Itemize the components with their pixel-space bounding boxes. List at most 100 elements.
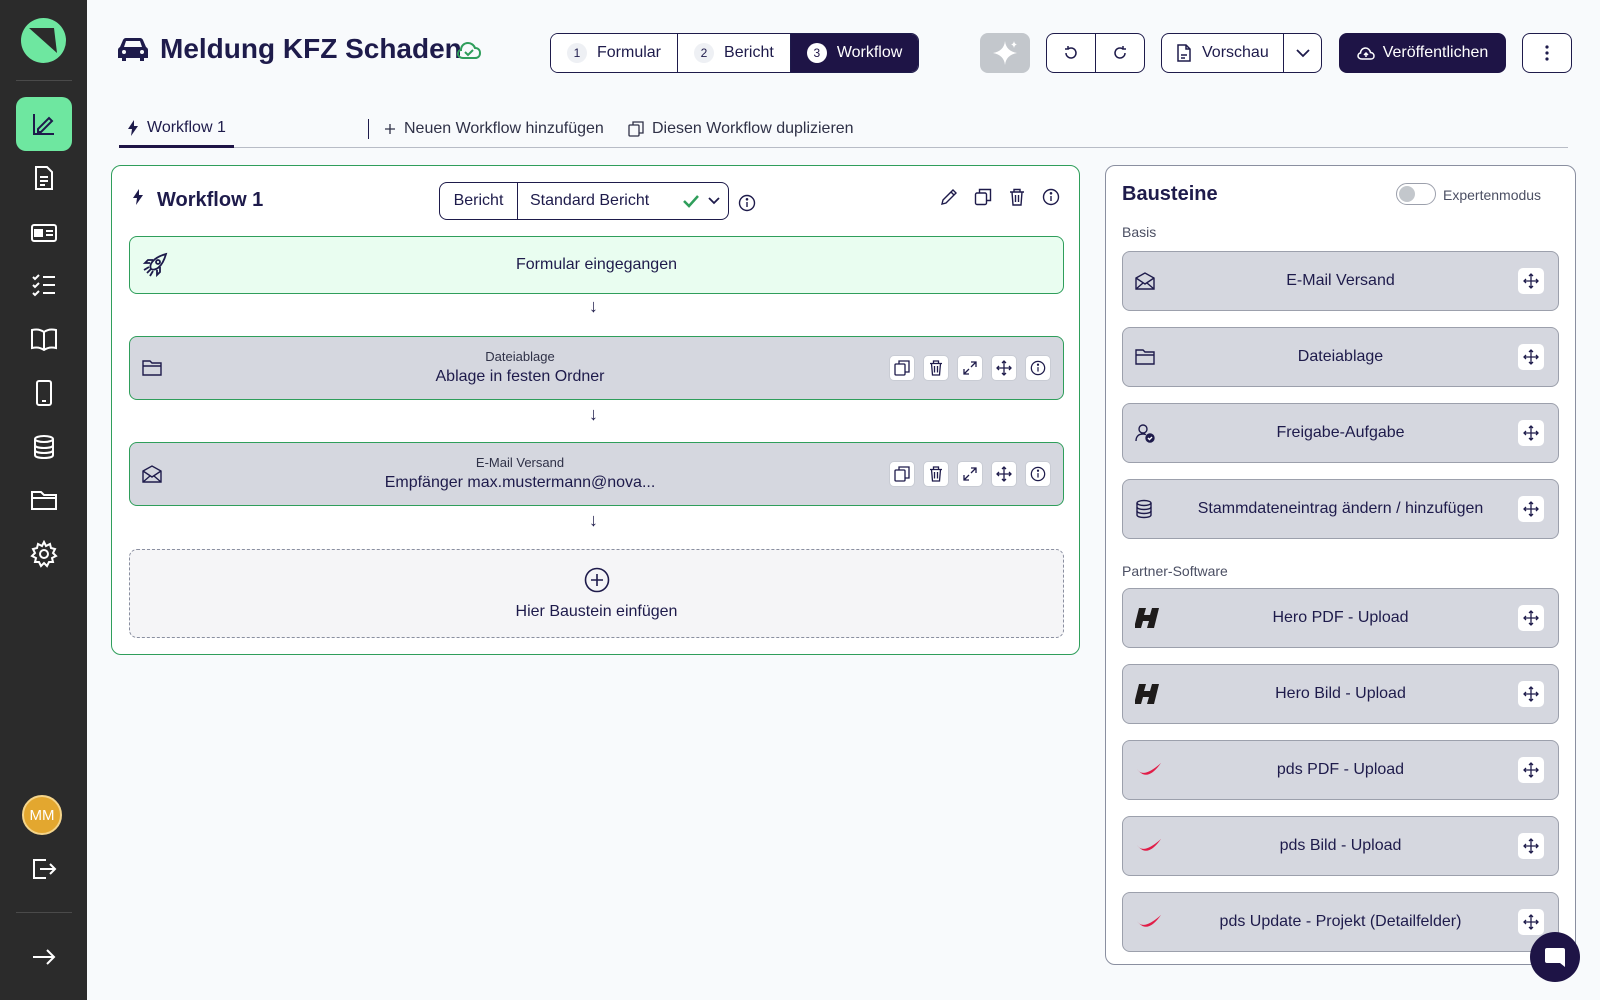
- drag-handle[interactable]: [1518, 605, 1544, 631]
- step-workflow[interactable]: 3 Workflow: [790, 34, 919, 72]
- expand-node-button[interactable]: [957, 461, 983, 487]
- avatar[interactable]: MM: [22, 795, 62, 835]
- arrow-right-icon: [33, 949, 56, 965]
- undo-redo-group: [1046, 33, 1145, 73]
- add-workflow-button[interactable]: Neuen Workflow hinzufügen: [384, 110, 604, 147]
- expert-mode-toggle[interactable]: [1396, 183, 1436, 205]
- block-freigabe[interactable]: Freigabe-Aufgabe: [1122, 403, 1559, 463]
- flow-arrow: ↓: [589, 404, 598, 424]
- report-select[interactable]: Bericht Standard Bericht: [439, 182, 729, 220]
- block-pds-bild[interactable]: pds Bild - Upload: [1122, 816, 1559, 876]
- ai-assistant-button[interactable]: [980, 33, 1030, 73]
- step-number: 3: [806, 43, 827, 63]
- step-bericht[interactable]: 2 Bericht: [678, 34, 791, 72]
- pds-logo-icon: [1137, 763, 1161, 775]
- section-basis: Basis: [1122, 224, 1157, 240]
- duplicate-workflow-button[interactable]: Diesen Workflow duplizieren: [628, 110, 854, 147]
- sidebar-item-checklists[interactable]: [16, 258, 72, 312]
- block-hero-pdf[interactable]: Hero PDF - Upload: [1122, 588, 1559, 648]
- drag-handle[interactable]: [1518, 420, 1544, 446]
- sidebar-item-documents[interactable]: [16, 151, 72, 205]
- publish-button[interactable]: Veröffentlichen: [1339, 33, 1506, 73]
- drag-handle[interactable]: [1518, 496, 1544, 522]
- sidebar-item-guide[interactable]: [16, 312, 72, 366]
- logout-button[interactable]: [16, 842, 72, 896]
- drag-handle[interactable]: [1518, 681, 1544, 707]
- section-partner: Partner-Software: [1122, 563, 1228, 579]
- expand-node-button[interactable]: [957, 355, 983, 381]
- undo-button[interactable]: [1047, 34, 1096, 72]
- bausteine-panel: Bausteine Expertenmodus Basis E-Mail Ver…: [1105, 165, 1576, 965]
- workflow-trigger[interactable]: Formular eingegangen: [129, 236, 1064, 294]
- block-dateiablage[interactable]: Dateiablage: [1122, 327, 1559, 387]
- workflow-node-email[interactable]: E-Mail Versand Empfänger max.mustermann@…: [129, 442, 1064, 506]
- node-type: Dateiablage: [485, 349, 555, 364]
- add-workflow-label: Neuen Workflow hinzufügen: [404, 119, 604, 137]
- drag-handle[interactable]: [1518, 757, 1544, 783]
- delete-node-button[interactable]: [923, 461, 949, 487]
- more-options-button[interactable]: [1522, 33, 1572, 73]
- expand-sidebar-button[interactable]: [16, 930, 72, 984]
- workflow-panel: Workflow 1 Bericht Standard Bericht Form…: [111, 165, 1080, 655]
- workflow-info-button[interactable]: [1039, 185, 1063, 209]
- drag-handle[interactable]: [1518, 268, 1544, 294]
- block-label: E-Mail Versand: [1286, 272, 1395, 289]
- bausteine-title: Bausteine: [1122, 183, 1218, 205]
- move-icon: [1523, 501, 1539, 517]
- report-info-button[interactable]: [735, 191, 759, 215]
- block-email[interactable]: E-Mail Versand: [1122, 251, 1559, 311]
- car-icon: [118, 38, 148, 61]
- mobile-icon: [36, 380, 52, 406]
- drag-handle[interactable]: [1518, 833, 1544, 859]
- trash-icon: [930, 466, 942, 482]
- drag-handle[interactable]: [1518, 909, 1544, 935]
- move-icon: [1523, 610, 1539, 626]
- sidebar-item-mobile[interactable]: [16, 366, 72, 420]
- block-pds-update[interactable]: pds Update - Projekt (Detailfelder): [1122, 892, 1559, 952]
- report-select-value[interactable]: Standard Bericht: [518, 183, 728, 219]
- expand-icon: [963, 361, 977, 375]
- sidebar-item-editor[interactable]: [16, 97, 72, 151]
- copy-workflow-button[interactable]: [971, 185, 995, 209]
- delete-node-button[interactable]: [923, 355, 949, 381]
- preview-dropdown[interactable]: [1284, 34, 1321, 72]
- node-type: E-Mail Versand: [475, 455, 565, 470]
- report-select-label: Bericht: [440, 183, 518, 219]
- cloud-check-icon: [457, 42, 481, 59]
- copy-node-button[interactable]: [889, 355, 915, 381]
- block-hero-bild[interactable]: Hero Bild - Upload: [1122, 664, 1559, 724]
- app-logo[interactable]: [21, 18, 66, 63]
- node-info-button[interactable]: [1025, 461, 1051, 487]
- lightning-icon: [128, 119, 138, 136]
- move-node-handle[interactable]: [991, 461, 1017, 487]
- drag-handle[interactable]: [1518, 344, 1544, 370]
- sidebar-item-cards[interactable]: [16, 205, 72, 259]
- delete-workflow-button[interactable]: [1005, 185, 1029, 209]
- move-icon: [1523, 686, 1539, 702]
- undo-icon: [1065, 46, 1077, 59]
- block-stammdaten[interactable]: Stammdateneintrag ändern / hinzufügen: [1122, 479, 1559, 539]
- sidebar-item-database[interactable]: [16, 420, 72, 474]
- redo-button[interactable]: [1096, 34, 1144, 72]
- copy-node-button[interactable]: [889, 461, 915, 487]
- workflow-node-dateiablage[interactable]: Dateiablage Ablage in festen Ordner: [129, 336, 1064, 400]
- block-pds-pdf[interactable]: pds PDF - Upload: [1122, 740, 1559, 800]
- edit-workflow-button[interactable]: [937, 185, 961, 209]
- sidebar-item-settings[interactable]: [16, 527, 72, 581]
- preview-button[interactable]: Vorschau: [1162, 34, 1284, 72]
- sidebar-item-files[interactable]: [16, 473, 72, 527]
- tab-separator: [368, 119, 369, 139]
- preview-control: Vorschau: [1161, 33, 1322, 73]
- tab-workflow-1[interactable]: Workflow 1: [119, 110, 234, 148]
- block-label: pds Bild - Upload: [1279, 837, 1402, 854]
- checklist-icon: [32, 274, 55, 297]
- chat-support-button[interactable]: [1530, 932, 1580, 982]
- sidebar-divider: [16, 80, 72, 81]
- step-formular[interactable]: 1 Formular: [551, 34, 679, 72]
- insert-block-dropzone[interactable]: Hier Baustein einfügen: [129, 549, 1064, 638]
- move-node-handle[interactable]: [991, 355, 1017, 381]
- node-info-button[interactable]: [1025, 355, 1051, 381]
- block-label: Freigabe-Aufgabe: [1276, 424, 1405, 441]
- gear-icon: [30, 540, 58, 568]
- preview-label: Vorschau: [1202, 44, 1269, 61]
